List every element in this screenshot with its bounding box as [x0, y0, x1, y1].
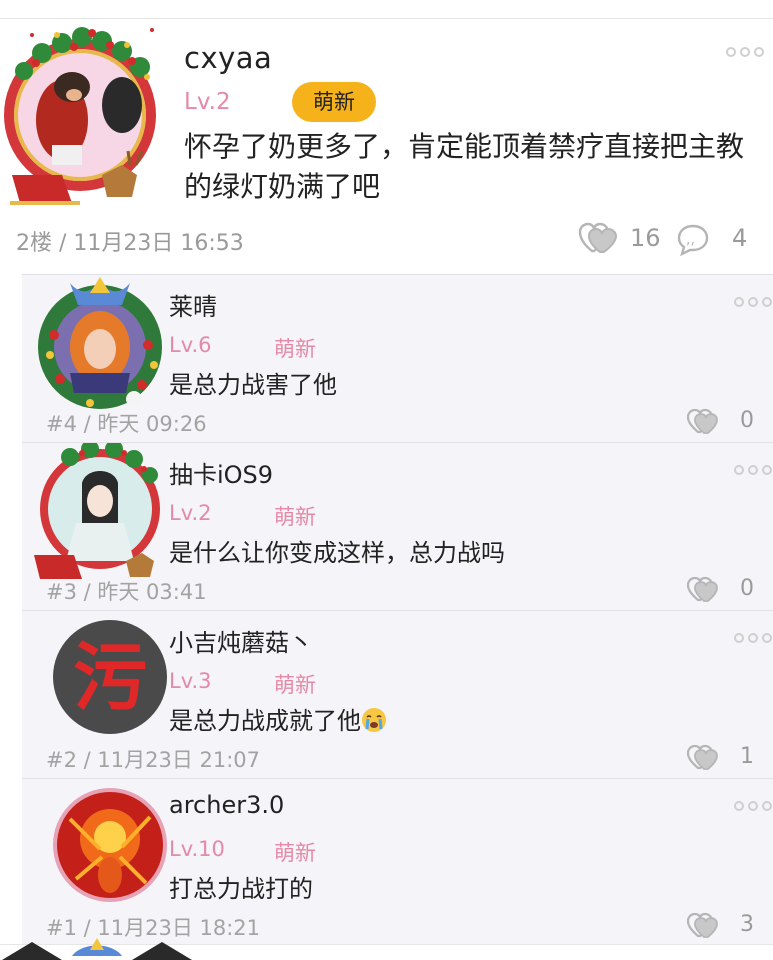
- wu-character-avatar[interactable]: 污: [30, 611, 170, 751]
- reply-meta: #2 / 11月23日 21:07: [46, 748, 261, 772]
- svg-text:,,: ,,: [686, 232, 695, 248]
- reply-body-text: 是总力战成就了他: [169, 707, 361, 735]
- more-options-icon[interactable]: [734, 297, 772, 307]
- reply-author-level: Lv.6: [169, 333, 212, 357]
- reply-item: 抽卡iOS9 Lv.2 萌新 是什么让你变成这样，总力战吗 #3 / 昨天 03…: [22, 440, 773, 610]
- like-icon[interactable]: [686, 743, 720, 775]
- reply-author-badge: 萌新: [274, 673, 316, 697]
- reply-meta: #4 / 昨天 09:26: [46, 412, 207, 436]
- more-options-icon[interactable]: [734, 801, 772, 811]
- christmas-wreath-avatar[interactable]: [2, 25, 172, 215]
- comment-icon[interactable]: ,,: [676, 223, 710, 261]
- christmas-frame-avatar[interactable]: [30, 440, 170, 583]
- reply-author-badge: 萌新: [274, 841, 316, 865]
- reply-item: 莱晴 Lv.6 萌新 是总力战害了他 #4 / 昨天 09:26 0: [22, 274, 773, 442]
- wreath-girl-avatar[interactable]: [30, 275, 170, 415]
- like-count: 1: [740, 744, 754, 769]
- more-options-icon[interactable]: [726, 47, 764, 57]
- reply-item: 污 小吉炖蘑菇丶 Lv.3 萌新 是总力战成就了他 #2 / 11月23日 21…: [22, 610, 773, 778]
- more-options-icon[interactable]: [734, 633, 772, 643]
- crying-face-icon: [362, 708, 386, 732]
- post-author-level: Lv.2: [184, 89, 231, 115]
- post-author-name[interactable]: cxyaa: [184, 41, 272, 75]
- more-options-icon[interactable]: [734, 465, 772, 475]
- like-count: 3: [740, 912, 754, 937]
- reply-author-name[interactable]: 莱晴: [169, 287, 217, 322]
- reply-body-text: 是什么让你变成这样，总力战吗: [169, 539, 505, 567]
- comment-count: 4: [732, 224, 748, 252]
- main-post: cxyaa Lv.2 萌新 怀孕了奶更多了，肯定能顶着禁疗直接把主教的绿灯奶满了…: [0, 19, 773, 274]
- reply-author-level: Lv.10: [169, 837, 225, 861]
- fire-archer-avatar[interactable]: [30, 779, 170, 919]
- reply-author-badge: 萌新: [274, 337, 316, 361]
- like-icon[interactable]: [686, 575, 720, 607]
- reply-author-badge: 萌新: [274, 505, 316, 529]
- post-meta: 2楼 / 11月23日 16:53: [16, 231, 244, 256]
- like-icon[interactable]: [686, 407, 720, 439]
- post-author-badge: 萌新: [292, 82, 376, 122]
- like-count: 0: [740, 408, 754, 433]
- reply-item: archer3.0 Lv.10 萌新 打总力战打的 #1 / 11月23日 18…: [22, 778, 773, 946]
- reply-author-name[interactable]: 抽卡iOS9: [169, 455, 273, 490]
- like-count: 0: [740, 576, 754, 601]
- like-icon[interactable]: [686, 911, 720, 943]
- avatar-character-text: 污: [73, 635, 147, 721]
- like-icon[interactable]: [578, 221, 620, 259]
- post-body-text: 怀孕了奶更多了，肯定能顶着禁疗直接把主教的绿灯奶满了吧: [184, 130, 745, 203]
- reply-author-name[interactable]: archer3.0: [169, 791, 284, 819]
- reply-author-level: Lv.2: [169, 501, 212, 525]
- next-post-avatar-partial: [2, 936, 192, 960]
- reply-body-text: 打总力战打的: [169, 875, 313, 903]
- reply-author-level: Lv.3: [169, 669, 212, 693]
- like-count: 16: [630, 224, 661, 252]
- reply-body: 是总力战成就了他: [169, 701, 387, 736]
- reply-meta: #3 / 昨天 03:41: [46, 580, 207, 604]
- reply-body-text: 是总力战害了他: [169, 371, 337, 399]
- reply-author-name[interactable]: 小吉炖蘑菇丶: [169, 623, 313, 658]
- reply-list: 莱晴 Lv.6 萌新 是总力战害了他 #4 / 昨天 09:26 0 抽卡iOS…: [22, 274, 773, 944]
